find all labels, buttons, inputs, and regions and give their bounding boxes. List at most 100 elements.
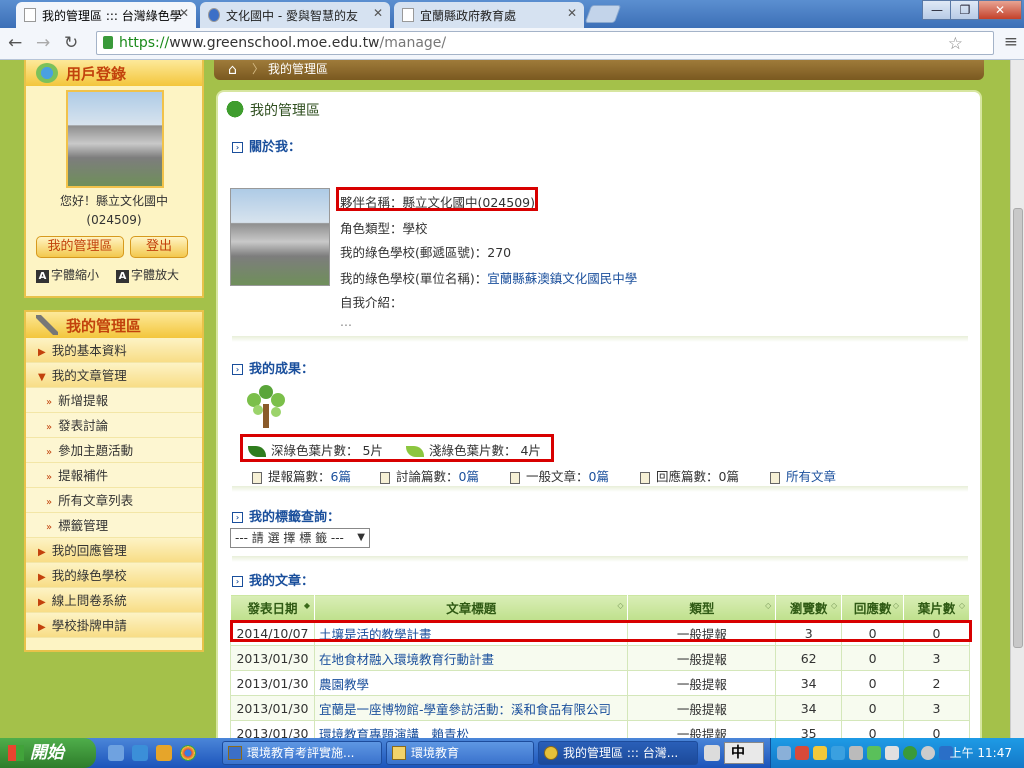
page-title-text: 我的管理區: [250, 103, 320, 119]
navigation-bar: ← → ↻ https://www.greenschool.moe.edu.tw…: [0, 28, 1024, 60]
sort-icon: ◇: [617, 601, 624, 610]
forward-arrow-icon[interactable]: →: [36, 33, 50, 53]
font-smaller-link[interactable]: A 字體縮小: [36, 266, 99, 283]
ie-icon[interactable]: [132, 745, 148, 761]
cell-replies: 0: [841, 670, 905, 696]
tag-select[interactable]: --- 請 選 擇 標 籤 --- ▼: [230, 528, 370, 548]
sidebar-item-5[interactable]: » 提報補件: [26, 463, 202, 488]
network-icon[interactable]: [777, 746, 791, 760]
font-a-icon: A: [36, 270, 49, 283]
address-bar[interactable]: https://www.greenschool.moe.edu.tw/manag…: [96, 31, 994, 55]
sidebar-item-11[interactable]: ▶ 學校掛牌申請: [26, 613, 202, 638]
scrollbar-thumb[interactable]: [1013, 208, 1023, 648]
col-views-label: 瀏覽數: [789, 601, 828, 616]
sidebar-item-6[interactable]: » 所有文章列表: [26, 488, 202, 513]
home-icon[interactable]: ⌂: [228, 61, 237, 79]
article-title-link[interactable]: 宜蘭是一座博物館-學童參訪活動：溪和食品有限公司: [319, 702, 611, 717]
col-replies[interactable]: 回應數 ◇: [841, 594, 905, 621]
chrome-icon[interactable]: [180, 745, 196, 761]
taskbar-window-folder[interactable]: 環境教育: [386, 741, 534, 765]
taskbar-window-chrome[interactable]: 我的管理區 ::: 台灣...: [538, 741, 698, 765]
keyboard-icon[interactable]: [704, 745, 720, 761]
all-articles: 所有文章: [770, 466, 836, 485]
status-icon[interactable]: [903, 746, 917, 760]
scrollbar[interactable]: [1010, 60, 1024, 738]
page-title: 我的管理區: [226, 100, 320, 121]
document-icon: [252, 471, 262, 484]
show-desktop-icon[interactable]: [108, 745, 124, 761]
general-article-link[interactable]: 0篇: [589, 469, 609, 484]
article-title-link[interactable]: 環境教育專題演講__賴青松: [319, 727, 469, 739]
article-title-link[interactable]: 農園教學: [319, 677, 369, 692]
report-count-link[interactable]: 6篇: [331, 469, 351, 484]
all-articles-link[interactable]: 所有文章: [786, 469, 836, 484]
back-arrow-icon[interactable]: ←: [8, 33, 22, 53]
sidebar-item-0[interactable]: ▶ 我的基本資料: [26, 338, 202, 363]
url-scheme: https://: [119, 35, 170, 51]
sidebar-item-9[interactable]: ▶ 我的綠色學校: [26, 563, 202, 588]
tree-icon: [226, 101, 244, 121]
close-window-button[interactable]: ✕: [978, 0, 1022, 20]
new-tab-button[interactable]: [584, 5, 622, 23]
col-views[interactable]: 瀏覽數 ◇: [775, 594, 843, 621]
quick-launch-icon[interactable]: [156, 745, 172, 761]
close-tab-icon[interactable]: ✕: [373, 6, 383, 20]
bullet-icon: »: [46, 447, 53, 458]
font-a-icon: A: [116, 270, 129, 283]
font-larger-link[interactable]: A 字體放大: [116, 266, 179, 283]
update-icon[interactable]: [831, 746, 845, 760]
sidebar-item-4[interactable]: » 參加主題活動: [26, 438, 202, 463]
logout-button[interactable]: 登出: [130, 236, 188, 258]
monitor-icon[interactable]: [849, 746, 863, 760]
bullet-icon: »: [46, 422, 53, 433]
shield-icon[interactable]: [813, 746, 827, 760]
reload-icon[interactable]: ↻: [64, 33, 78, 53]
tab-wenhua-school[interactable]: 文化國中 - 愛與智慧的友 ✕: [200, 2, 390, 28]
my-manage-button[interactable]: 我的管理區: [36, 236, 124, 258]
col-title[interactable]: 文章標題 ◇: [313, 594, 629, 621]
tab-yilan-education[interactable]: 宜蘭縣政府教育處 ✕: [394, 2, 584, 28]
cell-date: 2013/01/30: [230, 645, 315, 671]
sidebar-item-10[interactable]: ▶ 線上問卷系統: [26, 588, 202, 613]
close-tab-icon[interactable]: ✕: [179, 6, 189, 20]
sidebar-item-label: 線上問卷系統: [51, 593, 127, 608]
taskbar: 開始 環境教育考評實施... 環境教育 我的管理區 ::: 台灣... 中 上午…: [0, 738, 1024, 768]
col-replies-label: 回應數: [853, 601, 892, 616]
cell-title: 農園教學: [313, 670, 629, 696]
discussion-count-link[interactable]: 0篇: [459, 469, 479, 484]
highlight-box: [336, 187, 538, 211]
arrow-icon: ▶: [38, 547, 46, 558]
browser-menu-icon[interactable]: ≡: [1004, 32, 1018, 52]
close-tab-icon[interactable]: ✕: [567, 6, 577, 20]
sidebar-item-2[interactable]: » 新增提報: [26, 388, 202, 413]
sort-icon: ◇: [765, 601, 772, 610]
maximize-button[interactable]: ❐: [950, 0, 980, 20]
school-unit-link[interactable]: 宜蘭縣蘇澳鎮文化國民中學: [487, 271, 637, 286]
tags-heading: › 我的標籤查詢：: [232, 506, 340, 525]
taskbar-window-word[interactable]: 環境教育考評實施...: [222, 741, 382, 765]
user-icon: [36, 63, 58, 83]
sidebar-item-3[interactable]: » 發表討論: [26, 413, 202, 438]
start-button[interactable]: 開始: [0, 738, 96, 768]
sidebar-item-8[interactable]: ▶ 我的回應管理: [26, 538, 202, 563]
col-leaves[interactable]: 葉片數 ◇: [903, 594, 970, 621]
clock-settings-icon[interactable]: [921, 746, 935, 760]
col-type[interactable]: 類型 ◇: [627, 594, 777, 621]
sync-icon[interactable]: [867, 746, 881, 760]
tab-greenschool-manage[interactable]: 我的管理區 ::: 台灣綠色學 ✕: [16, 2, 196, 28]
sidebar-item-label: 學校掛牌申請: [51, 618, 127, 633]
article-title-link[interactable]: 在地食材融入環境教育行動計畫: [319, 652, 494, 667]
start-label: 開始: [30, 743, 64, 763]
ime-indicator[interactable]: 中: [724, 742, 764, 764]
minimize-button[interactable]: —: [922, 0, 952, 20]
speaker-icon[interactable]: [795, 746, 809, 760]
greeting-line2: (024509): [86, 213, 142, 227]
taskbar-window-label: 環境教育考評實施...: [247, 746, 355, 760]
settings-icon[interactable]: [885, 746, 899, 760]
col-date[interactable]: 發表日期 ◆: [230, 594, 315, 621]
sidebar-item-1[interactable]: ▼ 我的文章管理: [26, 363, 202, 388]
sidebar-item-7[interactable]: » 標籤管理: [26, 513, 202, 538]
bookmark-star-icon[interactable]: ☆: [948, 33, 963, 55]
arrow-icon: ▶: [38, 622, 46, 633]
sort-icon: ◇: [830, 601, 838, 610]
